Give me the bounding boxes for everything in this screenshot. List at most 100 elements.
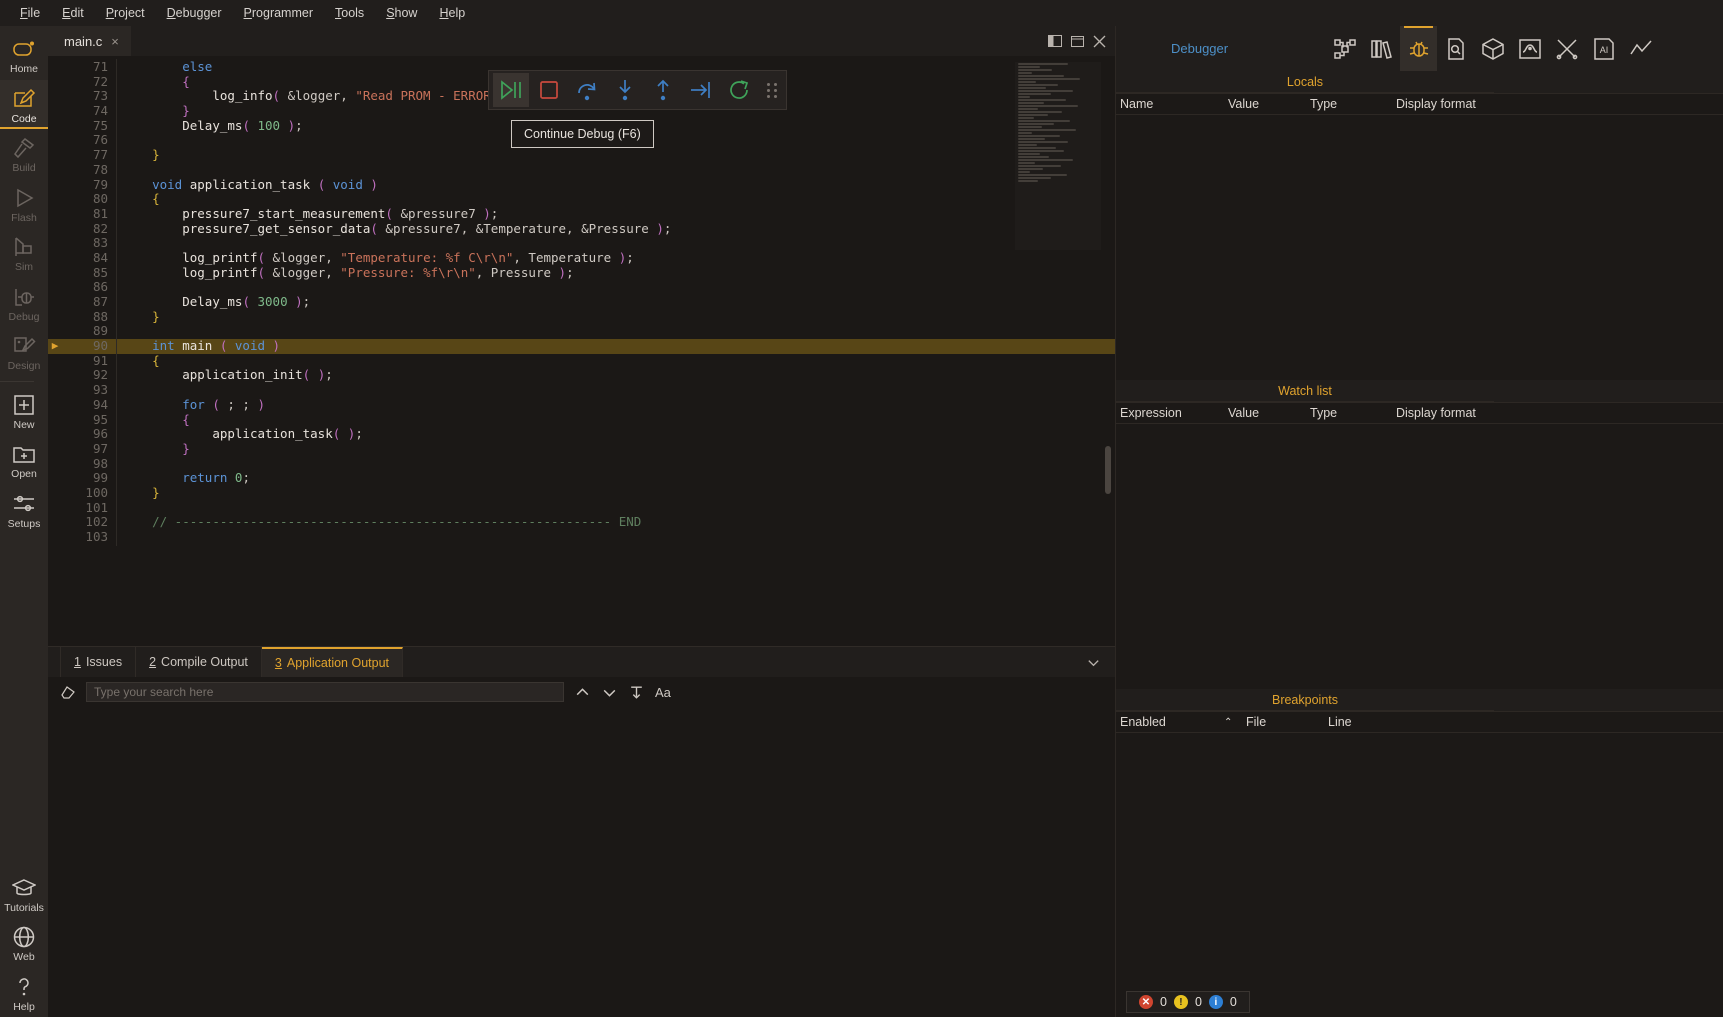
gutter-blank[interactable] (48, 457, 62, 472)
output-tab-compile-output[interactable]: 2 Compile Output (136, 647, 262, 677)
gutter-blank[interactable] (48, 413, 62, 428)
code-text[interactable] (116, 323, 122, 340)
code-line[interactable]: 83 (48, 235, 1115, 252)
column-header-line[interactable]: Line (1324, 715, 1352, 729)
column-header-display-format[interactable]: Display format (1392, 97, 1476, 111)
gutter-blank[interactable] (48, 295, 62, 310)
sidebar-item-new[interactable]: New (0, 386, 48, 436)
code-text[interactable]: pressure7_get_sensor_data( &pressure7, &… (116, 220, 671, 237)
chart-line-button[interactable] (1622, 26, 1659, 71)
code-text[interactable]: } (116, 484, 160, 502)
drag-handle-icon[interactable] (767, 82, 778, 98)
code-line[interactable]: 82 pressure7_get_sensor_data( &pressure7… (48, 220, 1115, 237)
code-line[interactable]: 88 } (48, 308, 1115, 326)
gutter-blank[interactable] (48, 354, 62, 369)
code-text[interactable]: log_printf( &logger, "Temperature: %f C\… (116, 249, 634, 267)
code-text[interactable]: void application_task ( void ) (116, 176, 378, 193)
code-line[interactable]: 98 (48, 455, 1115, 472)
code-line[interactable]: 92 application_init( ); (48, 367, 1115, 384)
code-text[interactable]: application_init( ); (116, 367, 333, 384)
code-line[interactable]: 103 (48, 529, 1115, 546)
sidebar-item-sim[interactable]: Sim (0, 228, 48, 278)
code-text[interactable] (116, 161, 122, 179)
gutter-blank[interactable] (48, 427, 62, 442)
gutter-blank[interactable] (48, 207, 62, 222)
text-wrap-icon[interactable] (628, 684, 645, 701)
tools-button[interactable] (1548, 26, 1585, 71)
code-text[interactable]: for ( ; ; ) (116, 396, 265, 414)
step-out-button[interactable] (645, 73, 681, 107)
gutter-blank[interactable] (48, 148, 62, 163)
gutter-blank[interactable] (48, 178, 62, 193)
column-header-value[interactable]: Value (1224, 97, 1306, 111)
pane-title[interactable]: Watch list (1116, 380, 1494, 402)
gutter-blank[interactable] (48, 324, 62, 339)
code-text[interactable] (116, 455, 122, 472)
editor-scrollbar[interactable] (1104, 56, 1113, 646)
gutter-blank[interactable] (48, 501, 62, 516)
step-over-button[interactable] (569, 73, 605, 107)
pane-body[interactable] (1116, 424, 1723, 689)
code-text[interactable] (116, 382, 122, 399)
column-header-type[interactable]: Type (1306, 97, 1392, 111)
output-console[interactable] (48, 707, 1115, 1017)
code-line[interactable]: 99 return 0; (48, 470, 1115, 487)
gutter-blank[interactable] (48, 163, 62, 178)
code-text[interactable]: int main ( void ) (116, 338, 280, 355)
gutter-blank[interactable] (48, 133, 62, 148)
ai-assistant-button[interactable]: AI (1585, 26, 1622, 71)
code-line[interactable]: 96 application_task( ); (48, 426, 1115, 443)
code-line[interactable]: 78 (48, 161, 1115, 179)
eraser-icon[interactable] (60, 684, 76, 700)
restore-icon[interactable] (1071, 35, 1084, 48)
sidebar-item-open[interactable]: Open (0, 435, 48, 485)
code-text[interactable]: } (116, 147, 160, 164)
gutter-blank[interactable] (48, 442, 62, 457)
gutter-blank[interactable] (48, 530, 62, 545)
code-text[interactable]: { (116, 73, 190, 91)
menu-item-edit[interactable]: Edit (52, 2, 94, 24)
code-line[interactable]: 81 pressure7_start_measurement( &pressur… (48, 205, 1115, 223)
code-line[interactable]: 80 { (48, 191, 1115, 208)
project-tree-button[interactable] (1326, 26, 1363, 71)
code-text[interactable]: application_task( ); (116, 426, 363, 443)
code-line[interactable]: 85 log_printf( &logger, "Pressure: %f\r\… (48, 264, 1115, 281)
code-text[interactable]: log_printf( &logger, "Pressure: %f\r\n",… (116, 264, 574, 281)
search-input[interactable] (86, 682, 564, 702)
code-line[interactable]: 91 { (48, 352, 1115, 370)
gutter-blank[interactable] (48, 60, 62, 75)
column-header-enabled[interactable]: Enabled (1116, 715, 1224, 729)
caret-up-icon[interactable]: ⌃ (1224, 717, 1242, 728)
gutter-blank[interactable] (48, 471, 62, 486)
code-text[interactable]: return 0; (116, 470, 250, 487)
file-tab-main-c[interactable]: main.c × (48, 26, 131, 56)
output-tab-issues[interactable]: 1 Issues (60, 647, 137, 677)
code-line[interactable]: 89 (48, 323, 1115, 340)
code-line[interactable]: 79 void application_task ( void ) (48, 176, 1115, 193)
sidebar-item-web[interactable]: Web (0, 918, 48, 968)
run-to-cursor-button[interactable] (683, 73, 719, 107)
code-line[interactable]: 77 } (48, 147, 1115, 164)
code-line[interactable]: 100 } (48, 484, 1115, 502)
library-manager-button[interactable] (1363, 26, 1400, 71)
code-text[interactable]: pressure7_start_measurement( &pressure7 … (116, 205, 498, 223)
sidebar-item-home[interactable]: Home (0, 30, 48, 80)
gutter-blank[interactable] (48, 222, 62, 237)
menu-item-programmer[interactable]: Programmer (234, 2, 323, 24)
gutter-blank[interactable] (48, 89, 62, 104)
continue-debug-button[interactable] (493, 73, 529, 107)
column-header-type[interactable]: Type (1306, 406, 1392, 420)
sidebar-item-tutorials[interactable]: Tutorials (0, 869, 48, 919)
output-tab-application-output[interactable]: 3 Application Output (261, 647, 404, 677)
code-text[interactable]: else (116, 59, 212, 76)
column-header-display-format[interactable]: Display format (1392, 406, 1476, 420)
code-line[interactable]: 86 (48, 279, 1115, 296)
column-header-expression[interactable]: Expression (1116, 406, 1224, 420)
cube-3d-button[interactable] (1474, 26, 1511, 71)
column-header-file[interactable]: File (1242, 715, 1324, 729)
stop-debug-button[interactable] (531, 73, 567, 107)
gutter-blank[interactable] (48, 486, 62, 501)
gutter-blank[interactable] (48, 251, 62, 266)
menu-item-file[interactable]: File (10, 2, 50, 24)
column-header-value[interactable]: Value (1224, 406, 1306, 420)
